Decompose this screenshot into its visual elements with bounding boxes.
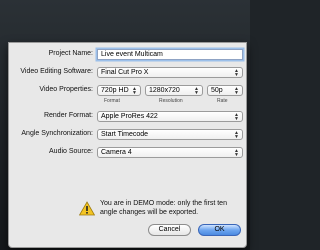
- audio-source-label: Audio Source:: [49, 148, 93, 155]
- render-format-label: Render Format:: [43, 112, 93, 119]
- popup-arrows-icon: ▲ ▼: [234, 112, 239, 122]
- popup-arrows-icon: ▲ ▼: [234, 68, 239, 78]
- render-format-row: Render Format: Apple ProRes 422 ▲ ▼: [9, 111, 248, 125]
- warning-icon: [79, 201, 95, 216]
- audio-source-row: Audio Source: Camera 4 ▲ ▼: [9, 147, 248, 161]
- video-editing-software-value: Final Cut Pro X: [101, 69, 149, 76]
- render-format-value: Apple ProRes 422: [101, 113, 158, 120]
- format-popup[interactable]: 720p HD ▲ ▼: [97, 85, 141, 96]
- popup-arrows-icon: ▲ ▼: [234, 148, 239, 158]
- cancel-button[interactable]: Cancel: [148, 224, 191, 236]
- project-name-input[interactable]: Live event Multicam: [97, 49, 243, 60]
- format-caption: Format: [104, 98, 120, 104]
- resolution-value: 1280x720: [149, 87, 180, 94]
- rate-caption: Rate: [217, 98, 228, 104]
- popup-arrows-icon: ▲ ▼: [132, 86, 137, 96]
- render-format-popup[interactable]: Apple ProRes 422 ▲ ▼: [97, 111, 243, 122]
- video-editing-software-label: Video Editing Software:: [20, 68, 93, 75]
- angle-synchronization-row: Angle Synchronization: Start Timecode ▲ ▼: [9, 129, 248, 143]
- ok-button[interactable]: OK: [198, 224, 241, 236]
- video-properties-label: Video Properties:: [39, 86, 93, 93]
- demo-warning-text: You are in DEMO mode: only the first ten…: [100, 200, 227, 216]
- video-editing-software-popup[interactable]: Final Cut Pro X ▲ ▼: [97, 67, 243, 78]
- resolution-caption: Resolution: [159, 98, 183, 104]
- resolution-popup[interactable]: 1280x720 ▲ ▼: [145, 85, 203, 96]
- video-properties-row: Video Properties: 720p HD ▲ ▼ Format 1280…: [9, 85, 248, 107]
- video-editing-software-row: Video Editing Software: Final Cut Pro X …: [9, 67, 248, 81]
- format-value: 720p HD: [101, 87, 129, 94]
- angle-synchronization-value: Start Timecode: [101, 131, 149, 138]
- audio-source-popup[interactable]: Camera 4 ▲ ▼: [97, 147, 243, 158]
- project-name-row: Project Name: Live event Multicam: [9, 49, 248, 63]
- angle-synchronization-popup[interactable]: Start Timecode ▲ ▼: [97, 129, 243, 140]
- popup-arrows-icon: ▲ ▼: [234, 130, 239, 140]
- popup-arrows-icon: ▲ ▼: [194, 86, 199, 96]
- audio-source-value: Camera 4: [101, 149, 132, 156]
- project-name-label: Project Name:: [48, 50, 93, 57]
- angle-synchronization-label: Angle Synchronization:: [21, 130, 93, 137]
- popup-arrows-icon: ▲ ▼: [234, 86, 239, 96]
- export-dialog: Project Name: Live event Multicam Video …: [8, 42, 247, 248]
- rate-value: 50p: [211, 87, 223, 94]
- rate-popup[interactable]: 50p ▲ ▼: [207, 85, 243, 96]
